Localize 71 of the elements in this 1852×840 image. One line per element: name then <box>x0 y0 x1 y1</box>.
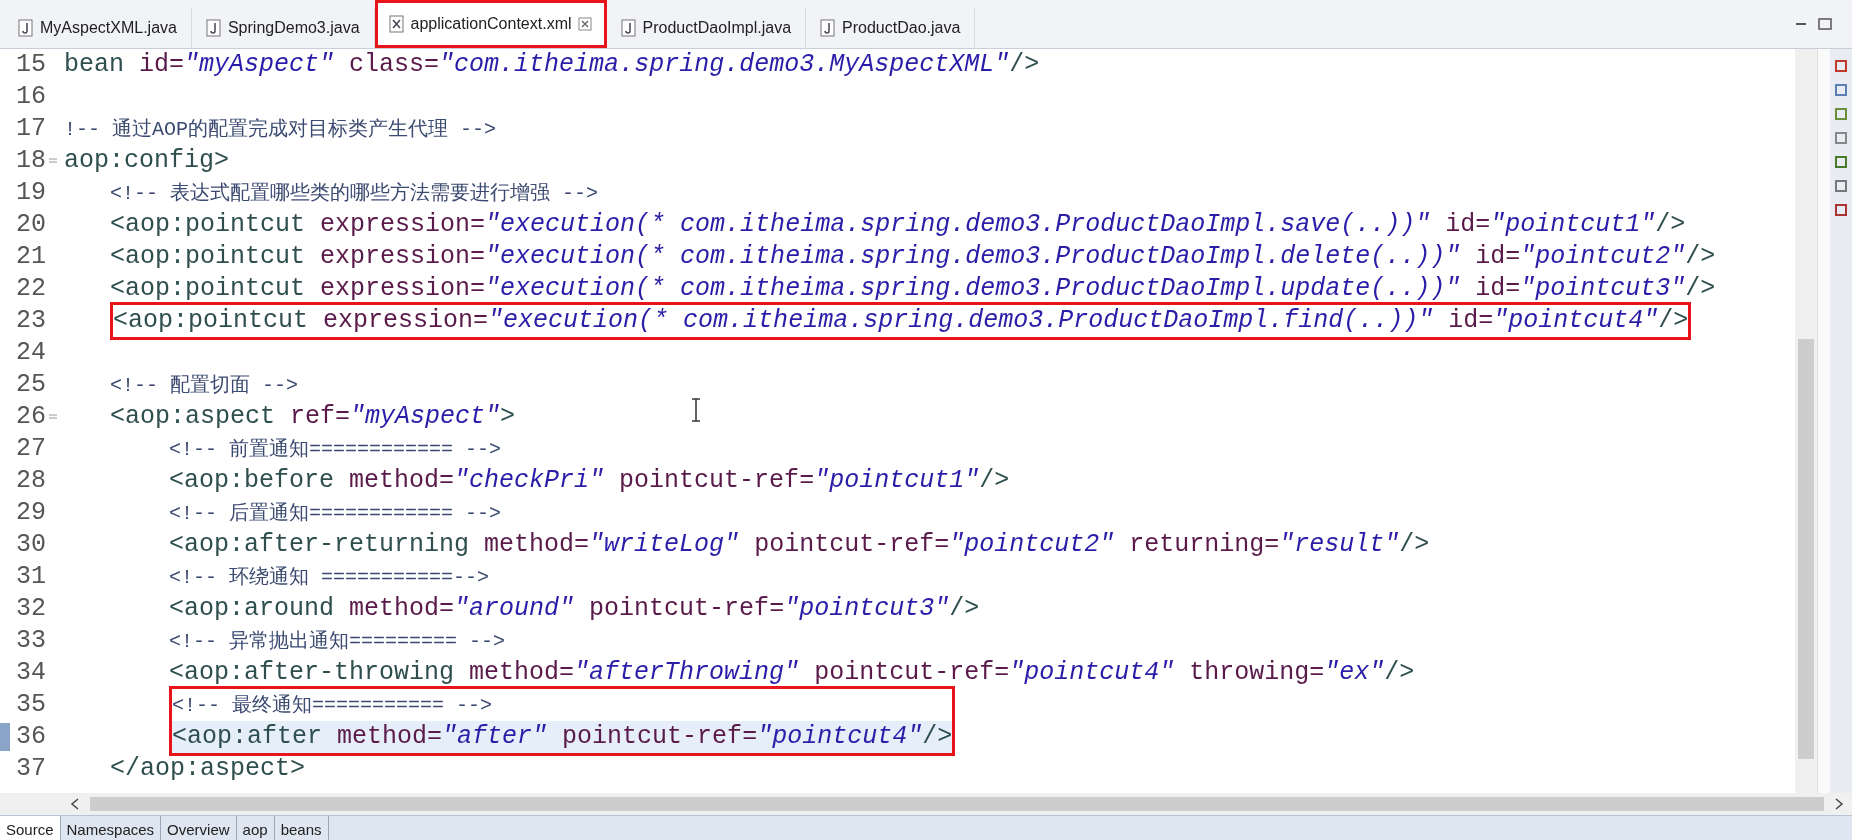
xml-file-icon <box>388 15 405 33</box>
line-number: 30 <box>16 529 46 561</box>
toolbar-icon[interactable] <box>1834 131 1848 145</box>
code-line: <aop:pointcut expression="execution(* com.itheima.spring.demo3.ProductDaoImpl.save(..))" id="pointcut1"/> <box>110 209 1686 241</box>
page-tab[interactable]: Namespaces <box>60 816 162 840</box>
line-number: 34 <box>16 657 46 689</box>
code-line: <!-- 最终通知=========== --> <box>172 693 493 719</box>
line-number: 29 <box>16 497 46 529</box>
code-line: </aop:aspect> <box>110 753 306 785</box>
line-number: 21 <box>16 241 46 273</box>
line-number: 35 <box>16 689 46 721</box>
code-line: <aop:pointcut expression="execution(* com.itheima.spring.demo3.ProductDaoImpl.update(..))" id="pointcut3"/> <box>110 273 1716 305</box>
code-line: <!-- 环绕通知 ===========--> <box>169 565 490 591</box>
line-number: 23 <box>16 305 46 337</box>
code-line: <aop:after-throwing method="afterThrowing" pointcut-ref="pointcut4" throwing="ex"/> <box>169 657 1415 689</box>
line-number: 22 <box>16 273 46 305</box>
code-line: <aop:pointcut expression="execution(* com.itheima.spring.demo3.ProductDaoImpl.find(..))" id="pointcut4"/> <box>113 305 1689 337</box>
vertical-scrollbar[interactable] <box>1795 49 1817 793</box>
line-number: 24 <box>16 337 46 369</box>
toolbar-icon[interactable] <box>1834 179 1848 193</box>
line-number: 20 <box>16 209 46 241</box>
page-tab[interactable]: beans <box>274 816 329 840</box>
line-number: 36 <box>16 721 46 753</box>
code-line: <aop:aspect ref="myAspect"> <box>110 401 516 433</box>
toolbar-icon[interactable] <box>1834 107 1848 121</box>
code-line: <aop:after-returning method="writeLog" pointcut-ref="pointcut2" returning="result"/> <box>169 529 1430 561</box>
line-number: 28 <box>16 465 46 497</box>
editor-tab[interactable]: ProductDao.java <box>806 8 976 48</box>
editor-tab[interactable]: ProductDaoImpl.java <box>606 8 807 48</box>
page-tab[interactable]: Overview <box>161 816 237 840</box>
line-number: 17 <box>16 113 46 145</box>
line-number: 27 <box>16 433 46 465</box>
java-file-icon <box>18 19 34 37</box>
toolbar-icon[interactable] <box>1834 203 1848 217</box>
code-line: <!-- 后置通知============ --> <box>169 501 502 527</box>
toolbar-icon[interactable] <box>1834 155 1848 169</box>
line-number: 16 <box>16 81 46 113</box>
java-file-icon <box>820 19 837 37</box>
code-line: <!-- 前置通知============ --> <box>169 437 502 463</box>
line-number: 18 <box>16 145 46 177</box>
toolbar-icon[interactable] <box>1834 83 1848 97</box>
code-line: !-- 通过AOP的配置完成对目标类产生代理 --> <box>64 117 497 143</box>
editor-tab[interactable]: applicationContext.xml <box>374 0 607 48</box>
java-file-icon <box>620 19 637 37</box>
code-line: <aop:before method="checkPri" pointcut-ref="pointcut1"/> <box>169 465 1010 497</box>
maximize-icon[interactable] <box>1818 18 1832 30</box>
line-number: 37 <box>16 753 46 785</box>
code-line: <!-- 配置切面 --> <box>110 373 299 399</box>
page-tab[interactable]: Source <box>0 816 61 840</box>
text-cursor-icon <box>690 398 702 422</box>
line-number: 15 <box>16 49 46 81</box>
code-line: <!-- 异常抛出通知========= --> <box>169 629 506 655</box>
editor-tab[interactable]: SpringDemo3.java <box>191 8 375 48</box>
editor-tab[interactable]: MyAspectXML.java <box>4 8 192 48</box>
code-line: <aop:around method="around" pointcut-ref="pointcut3"/> <box>169 593 980 625</box>
page-tab[interactable]: aop <box>236 816 275 840</box>
code-line: <aop:after method="after" pointcut-ref="pointcut4"/> <box>172 721 953 753</box>
line-number: 26 <box>16 401 46 433</box>
code-line: <!-- 表达式配置哪些类的哪些方法需要进行增强 --> <box>110 181 599 207</box>
code-line: bean id="myAspect" class="com.itheima.spring.demo3.MyAspectXML"/> <box>64 49 1040 81</box>
java-file-icon <box>205 19 222 37</box>
horizontal-scrollbar[interactable] <box>0 793 1852 815</box>
close-icon[interactable] <box>577 17 592 31</box>
toolbar-icon[interactable] <box>1834 59 1848 73</box>
code-line: <aop:pointcut expression="execution(* com.itheima.spring.demo3.ProductDaoImpl.delete(..))" id="pointcut2"/> <box>110 241 1716 273</box>
code-line: aop:config> <box>64 145 230 177</box>
line-number: 33 <box>16 625 46 657</box>
line-number: 19 <box>16 177 46 209</box>
line-number: 32 <box>16 593 46 625</box>
line-number: 31 <box>16 561 46 593</box>
line-number: 25 <box>16 369 46 401</box>
